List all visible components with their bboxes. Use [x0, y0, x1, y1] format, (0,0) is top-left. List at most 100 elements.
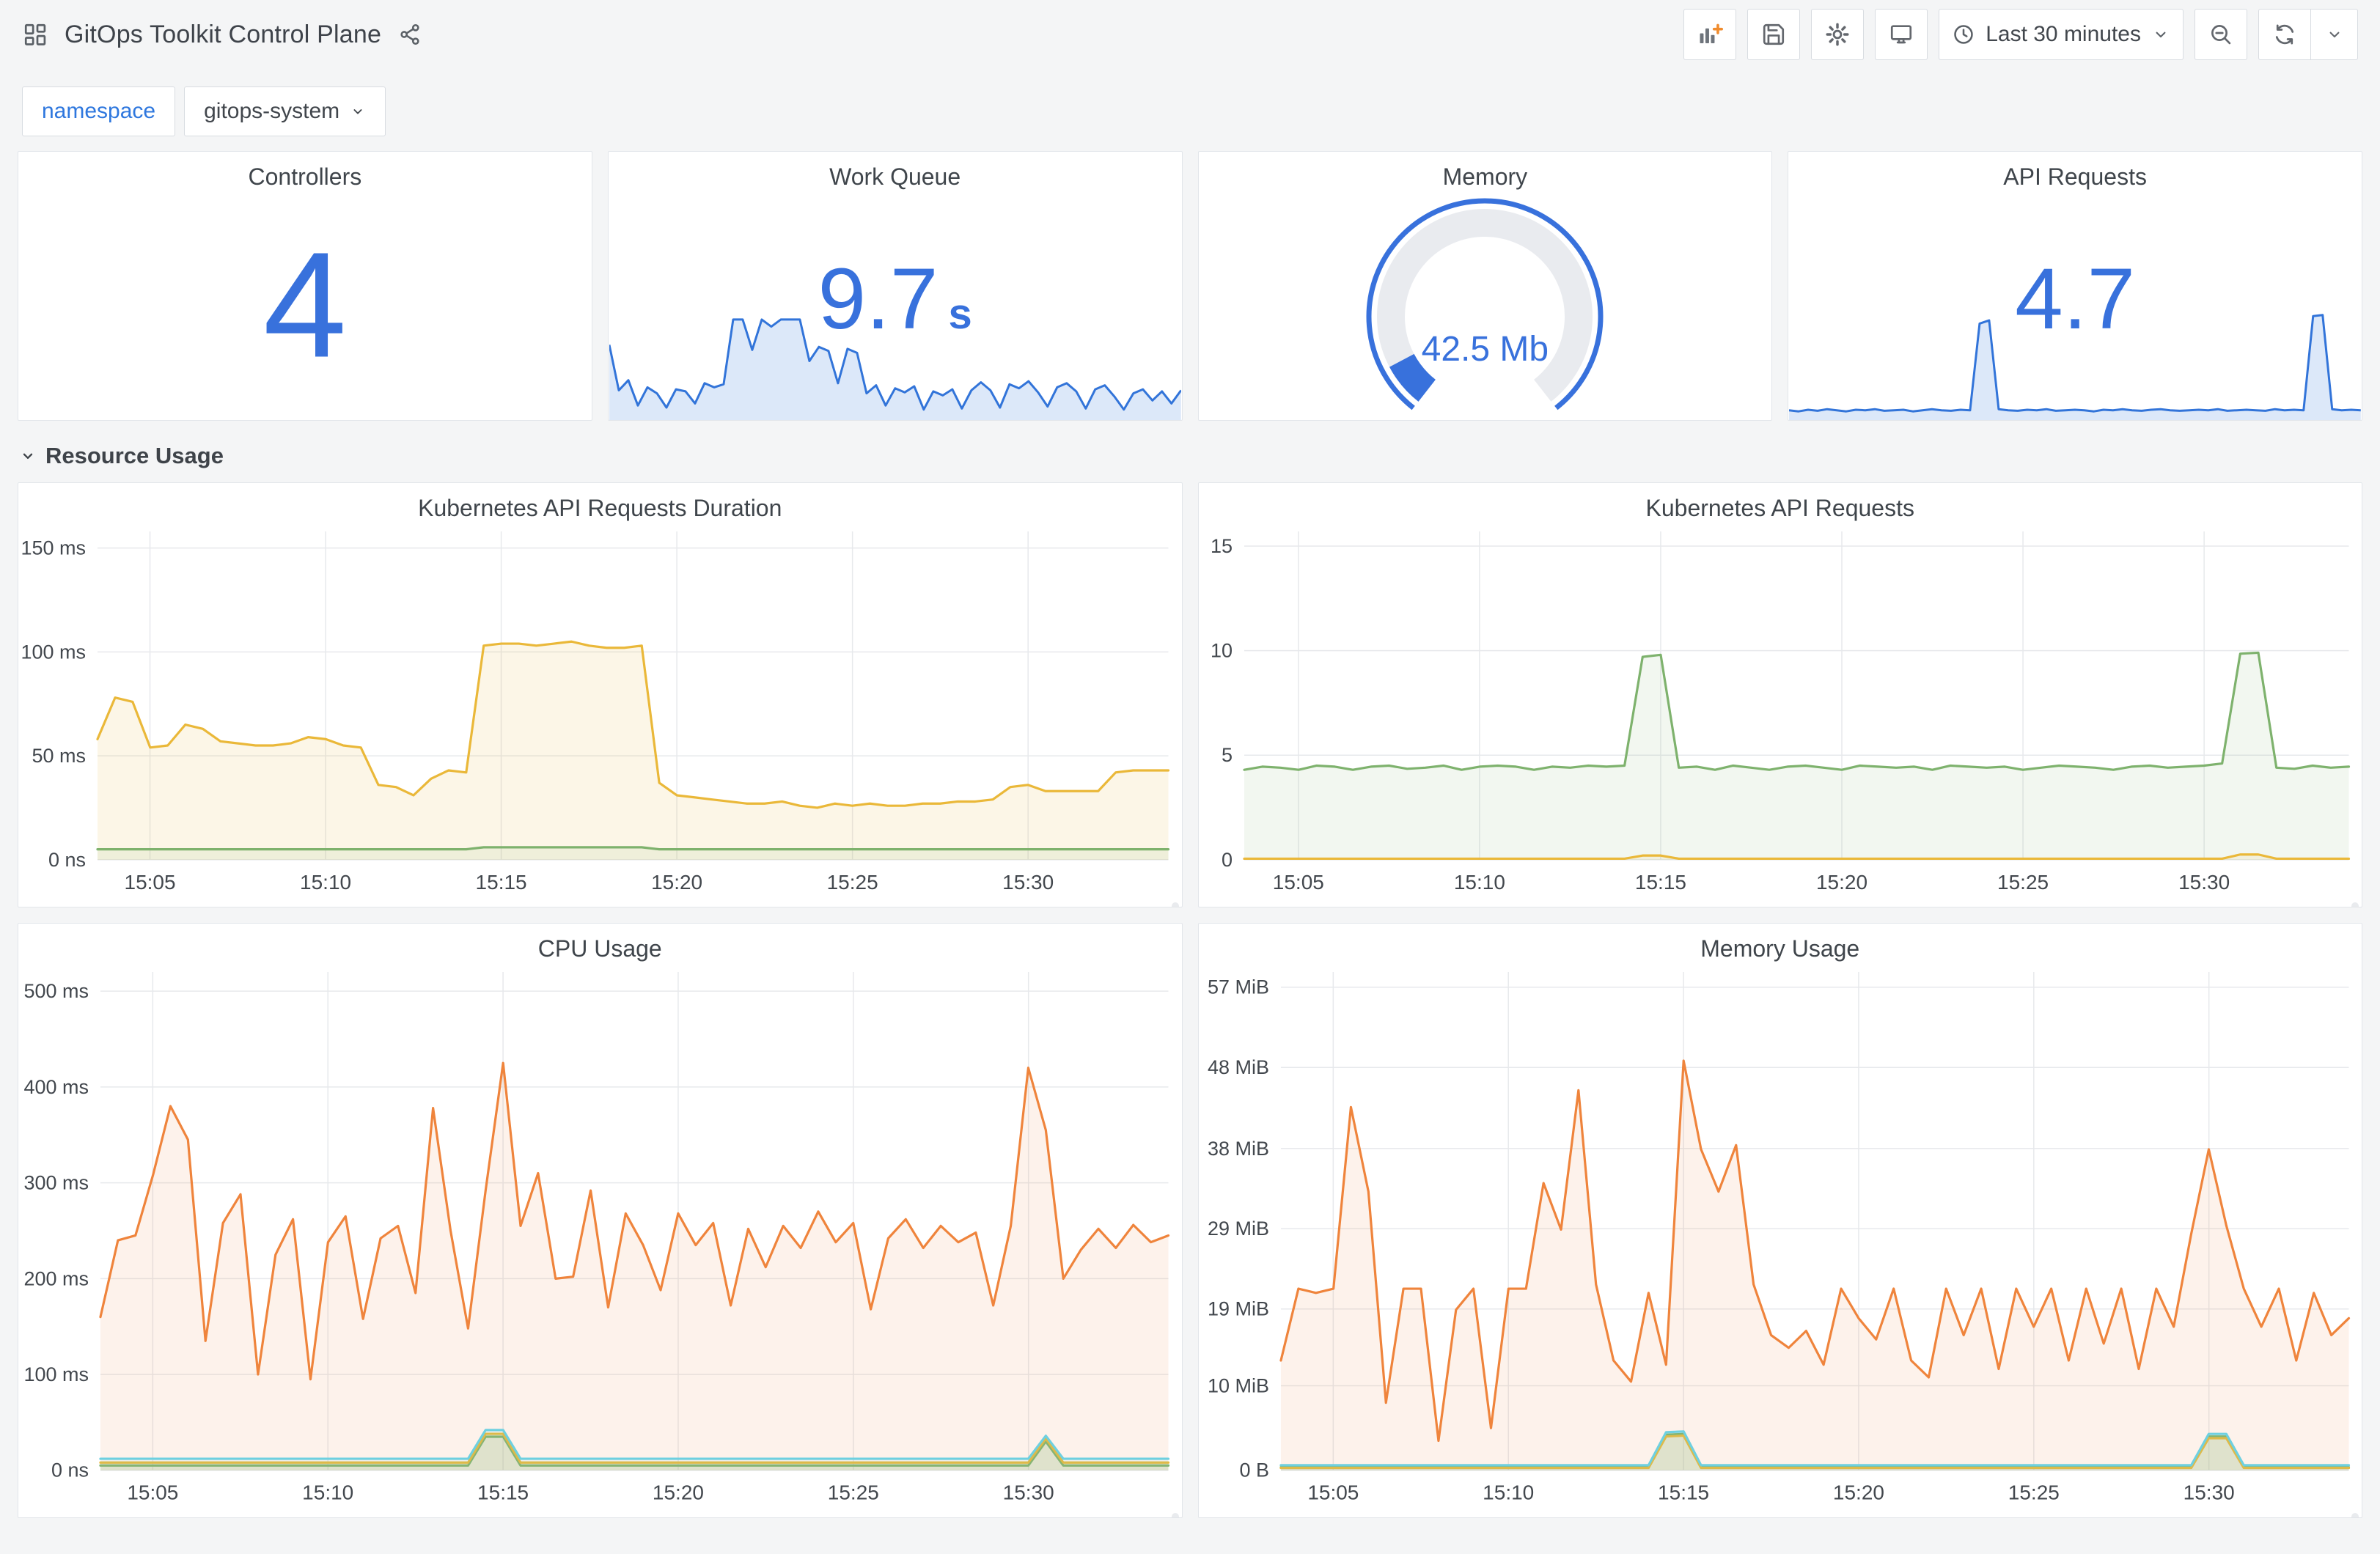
stat-panels-row: Controllers 4 Work Queue 9.7 s Memory 42.… [18, 151, 2362, 421]
duration-chart: 15:05 15:10 15:15 15:20 15:25 15:30 0 ns 50 ms 1… [18, 521, 1182, 899]
chevron-down-icon [19, 447, 37, 465]
memory-legend: avgcurrenthelm-controller-57f9b56bbf-k24… [1199, 1510, 2362, 1517]
panel-title[interactable]: Memory [1199, 152, 1772, 190]
legend-current-header[interactable]: current [1035, 1514, 1165, 1517]
panel-title[interactable]: Work Queue [609, 152, 1182, 190]
settings-button[interactable] [1811, 9, 1865, 60]
legend-avg-header[interactable]: avg [905, 904, 1035, 907]
share-icon[interactable] [397, 22, 422, 47]
refresh-interval-button[interactable] [2311, 9, 2358, 60]
svg-text:15:30: 15:30 [1002, 871, 1054, 894]
stat-value: 4 [262, 221, 347, 389]
svg-text:15:15: 15:15 [477, 1481, 529, 1504]
svg-text:15:10: 15:10 [1483, 1481, 1534, 1504]
gauge-value: 42.5 Mb [1421, 330, 1549, 369]
legend-avg-header[interactable]: avg [2085, 904, 2215, 907]
svg-text:15:25: 15:25 [827, 871, 878, 894]
cpu-legend: avgcurrenthelm-controller-57f9b56bbf-k24… [18, 1510, 1182, 1517]
legend-current-header[interactable]: current [2215, 904, 2346, 907]
panel-title[interactable]: Controllers [18, 152, 592, 190]
legend-current-header[interactable]: current [1035, 904, 1165, 907]
panel-title[interactable]: Kubernetes API Requests [1199, 483, 2362, 521]
legend-header: avgcurrent [1228, 1510, 2346, 1517]
svg-text:15:05: 15:05 [125, 871, 176, 894]
legend-header: avgcurrent [48, 1510, 1166, 1517]
chevron-down-icon [2151, 25, 2170, 44]
requests-legend: avgcurrenttotal4.744.44errors0.010 [1199, 899, 2362, 907]
svg-text:15:15: 15:15 [1658, 1481, 1709, 1504]
panel-title[interactable]: CPU Usage [18, 924, 1182, 962]
svg-text:15:20: 15:20 [653, 1481, 704, 1504]
legend-header: avgcurrent [48, 899, 1166, 907]
save-button[interactable] [1747, 9, 1801, 60]
svg-text:0 ns: 0 ns [51, 1459, 89, 1481]
panel-title[interactable]: API Requests [1788, 152, 2362, 190]
svg-text:15:10: 15:10 [1453, 871, 1505, 894]
tv-mode-button[interactable] [1875, 9, 1928, 60]
chevron-down-icon [350, 103, 366, 119]
svg-text:57 MiB: 57 MiB [1207, 976, 1268, 998]
time-range-label: Last 30 minutes [1986, 22, 2141, 46]
add-panel-button[interactable] [1683, 9, 1737, 60]
svg-text:200 ms: 200 ms [23, 1267, 88, 1289]
variable-value-namespace[interactable]: gitops-system [184, 86, 386, 136]
svg-text:15:10: 15:10 [302, 1481, 353, 1504]
legend-scrollbar[interactable] [2351, 1512, 2359, 1517]
svg-text:300 ms: 300 ms [23, 1172, 88, 1194]
stat-value: 4.7 [2015, 251, 2136, 348]
svg-text:0: 0 [1221, 849, 1232, 871]
dashboard-title: GitOps Toolkit Control Plane [65, 20, 382, 48]
panel-title[interactable]: Kubernetes API Requests Duration [18, 483, 1182, 521]
row-resource-usage[interactable]: Resource Usage [18, 421, 2362, 482]
panel-controllers: Controllers 4 [18, 151, 592, 421]
svg-text:10 MiB: 10 MiB [1207, 1375, 1268, 1397]
panel-work-queue: Work Queue 9.7 s [607, 151, 1183, 421]
svg-text:500 ms: 500 ms [23, 980, 88, 1002]
svg-text:29 MiB: 29 MiB [1207, 1218, 1268, 1240]
panel-memory: Memory 42.5 Mb [1197, 151, 1773, 421]
svg-text:15:25: 15:25 [828, 1481, 879, 1504]
svg-text:48 MiB: 48 MiB [1207, 1056, 1268, 1078]
svg-text:15:30: 15:30 [2178, 871, 2230, 894]
requests-chart: 15:05 15:10 15:15 15:20 15:25 15:30 0 5 10 15 [1199, 521, 2362, 899]
legend-avg-header[interactable]: avg [2085, 1514, 2215, 1517]
grafana-dashboard: GitOps Toolkit Control Plane Last 30 min… [0, 0, 2380, 1554]
svg-text:0 ns: 0 ns [48, 849, 86, 871]
duration-legend: avgcurrentP505 ms5 msP9948 ms43 ms [18, 899, 1182, 907]
panel-k8s-api-requests-duration: Kubernetes API Requests Duration 15:05 15… [18, 482, 1183, 907]
legend-avg-header[interactable]: avg [905, 1514, 1035, 1517]
legend-scrollbar[interactable] [1171, 902, 1179, 907]
svg-text:400 ms: 400 ms [23, 1076, 88, 1098]
svg-text:15:20: 15:20 [651, 871, 702, 894]
svg-text:15: 15 [1210, 535, 1232, 557]
svg-text:15:30: 15:30 [2183, 1481, 2234, 1504]
panel-api-requests: API Requests 4.7 [1788, 151, 2362, 421]
svg-text:15:10: 15:10 [300, 871, 351, 894]
legend-header: avgcurrent [1228, 899, 2346, 907]
legend-current-header[interactable]: current [2215, 1514, 2346, 1517]
stat-value: 9.7 s [818, 251, 972, 348]
svg-text:15:30: 15:30 [1003, 1481, 1054, 1504]
zoom-out-button[interactable] [2194, 9, 2247, 60]
svg-text:15:25: 15:25 [1997, 871, 2049, 894]
svg-text:100 ms: 100 ms [21, 641, 86, 663]
time-range-button[interactable]: Last 30 minutes [1939, 9, 2183, 60]
svg-text:150 ms: 150 ms [21, 537, 86, 559]
row-title: Resource Usage [45, 443, 224, 468]
legend-scrollbar[interactable] [1171, 1512, 1179, 1517]
panel-title[interactable]: Memory Usage [1199, 924, 2362, 962]
memory-gauge: 42.5 Mb [1199, 194, 1772, 416]
svg-text:15:25: 15:25 [2008, 1481, 2059, 1504]
clock-icon [1952, 23, 1975, 46]
svg-text:0 B: 0 B [1239, 1459, 1269, 1481]
svg-text:50 ms: 50 ms [32, 745, 85, 767]
variable-label-namespace[interactable]: namespace [22, 86, 176, 136]
svg-text:15:05: 15:05 [127, 1481, 178, 1504]
panel-cpu-usage: CPU Usage 15:05 15:10 15:15 15:20 15:25 15:30… [18, 923, 1183, 1518]
refresh-button[interactable] [2258, 9, 2311, 60]
panel-memory-usage: Memory Usage 15:05 15:10 15:15 15:20 15:25 15… [1197, 923, 2362, 1518]
svg-text:15:15: 15:15 [1634, 871, 1686, 894]
svg-text:100 ms: 100 ms [23, 1363, 88, 1385]
legend-scrollbar[interactable] [2351, 902, 2359, 907]
svg-text:15:05: 15:05 [1272, 871, 1323, 894]
